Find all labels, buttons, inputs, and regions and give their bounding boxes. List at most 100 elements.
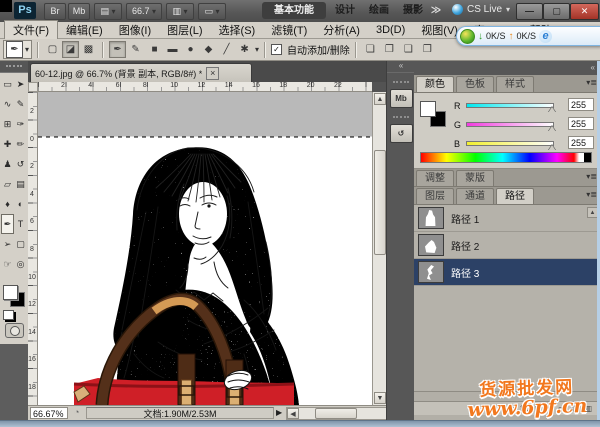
vertical-scroll-thumb[interactable] [374,150,386,255]
quick-mask-button[interactable] [5,323,24,338]
shape-layers[interactable]: ▢ [44,41,61,58]
menu-item[interactable]: 分析(A) [315,21,368,39]
arrange-documents-dropdown[interactable]: ▥ ▾ [166,3,194,20]
link-icon[interactable]: ∞ [509,403,515,415]
gradient-tool[interactable]: ▤ [14,174,27,194]
blur-tool[interactable]: ♦ [1,194,14,214]
adjust-tab-1[interactable]: 调整 [416,170,454,186]
move-tool[interactable]: ➤ [14,74,27,94]
clone-stamp-tool[interactable]: ♟ [1,154,14,174]
default-colors-icon[interactable] [3,310,14,320]
zoom-tool[interactable]: ◎ [14,254,27,274]
ruler-corner[interactable] [28,82,38,92]
menu-item[interactable]: 滤镜(T) [263,21,315,39]
workspace-tab-2[interactable]: 设计 [330,2,360,19]
restore-button[interactable]: ▢ [543,3,570,20]
add-path-area[interactable]: ❏ [362,41,379,58]
panel-menu-icon[interactable]: ▾≣ [586,190,597,199]
adjustment-icon[interactable]: ◐ [547,403,552,415]
tool-preset-picker[interactable]: ✒ ▾ [3,40,32,59]
channel-slider-track[interactable] [466,103,554,108]
crop-tool[interactable]: ⊞ [1,114,14,134]
dodge-tool[interactable]: ◐ [14,194,27,214]
polygon-tool[interactable]: ◆ [200,41,217,58]
slider-handle[interactable] [548,107,556,113]
color-tab-2[interactable]: 色板 [456,76,494,92]
lasso-tool[interactable]: ∿ [1,94,14,114]
hand-tool[interactable]: ☞ [1,254,14,274]
path-row[interactable]: 路径 1 [414,205,600,232]
menu-item[interactable]: 文件(F) [4,20,58,40]
type-tool[interactable]: T [14,214,27,234]
workspace-tab-3[interactable]: 绘画 [364,2,394,19]
horizontal-scroll-thumb[interactable] [315,408,357,419]
screen-mode-dropdown[interactable]: ▭ ▾ [198,3,226,20]
download-manager-icon[interactable] [460,29,475,44]
history-brush-tool[interactable]: ↺ [14,154,27,174]
zoom-percentage-field[interactable]: 66.67% [30,407,68,419]
chevron-down-icon[interactable]: ▾ [255,45,259,54]
new-item-icon[interactable]: ⊡ [572,403,579,415]
panel-dock-header[interactable]: « [414,61,600,75]
panel-color-swatches[interactable] [420,101,446,127]
foreground-color-swatch[interactable] [420,101,436,117]
document-size-info[interactable]: 文档:1.90M/2.53M [86,407,274,419]
view-extras-dropdown[interactable]: ▤ ▾ [94,3,122,20]
healing-brush-tool[interactable]: ✚ [1,134,14,154]
channel-slider-track[interactable] [466,141,554,146]
minibridge-button[interactable]: Mb [68,3,90,20]
path-selection-tool[interactable]: ➢ [1,234,14,254]
zoom-level-dropdown[interactable]: 66.7 ▾ [126,3,162,20]
collapse-panels-button[interactable]: « [387,61,415,73]
auto-add-delete-checkbox[interactable]: ✓ [271,44,282,55]
quick-selection-tool[interactable]: ✎ [14,94,27,114]
menu-item[interactable]: 3D(D) [368,23,413,37]
color-spectrum-bar[interactable] [420,152,592,163]
vertical-ruler[interactable]: 2024681012141618 [28,92,38,405]
intersect-path-areas[interactable]: ❑ [400,41,417,58]
slider-handle[interactable] [548,145,556,151]
slider-handle[interactable] [548,126,556,132]
custom-shape-tool[interactable]: ✱ [236,41,253,58]
group-icon[interactable]: ▭ [558,403,566,415]
menu-item[interactable]: 编辑(E) [58,21,111,39]
brush-tool[interactable]: ✏ [14,134,27,154]
color-tab-3[interactable]: 样式 [496,76,534,92]
minimize-button[interactable]: — [516,3,543,20]
channel-value-field[interactable]: 255 [568,136,594,149]
mask-icon[interactable]: ◻ [535,403,542,415]
status-flyout-icon[interactable]: ▶ [276,408,282,417]
panel-menu-icon[interactable]: ▾≣ [586,78,597,87]
path-row[interactable]: 路径 3 [414,259,600,286]
scroll-down-icon[interactable]: ▼ [374,392,386,404]
panel-menu-icon[interactable]: ▾≣ [586,172,597,181]
freeform-pen-tool[interactable]: ✎ [127,41,144,58]
eraser-tool[interactable]: ▱ [1,174,14,194]
ellipse-tool[interactable]: ● [182,41,199,58]
cs-live-button[interactable]: CS Live ▾ [452,4,510,15]
pen-tool[interactable]: ✒ [1,214,14,234]
document-tab[interactable]: 60-12.jpg @ 66.7% (背景 副本, RGB/8#) * × [30,63,252,82]
toolbox-header[interactable] [0,61,28,73]
canvas-viewport[interactable] [38,92,372,405]
color-tab-1[interactable]: 颜色 [416,76,454,92]
eyedropper-tool[interactable]: ✑ [14,114,27,134]
channel-slider-track[interactable] [466,122,554,127]
internet-explorer-icon[interactable]: e [539,30,552,43]
shape-tool[interactable]: ▢ [14,234,27,254]
rectangle-tool[interactable]: ■ [146,41,163,58]
mini-bridge-panel-icon[interactable]: Mb [390,89,413,108]
subtract-path-area[interactable]: ❐ [381,41,398,58]
menu-item[interactable]: 图像(I) [111,21,159,39]
workspace-tab-1[interactable]: 基本功能 [262,2,326,19]
channel-value-field[interactable]: 255 [568,98,594,111]
adjust-tab-2[interactable]: 蒙版 [456,170,494,186]
close-button[interactable]: ✕ [570,3,599,20]
effects-icon[interactable]: fx. [520,403,528,415]
path-row[interactable]: 路径 2 [414,232,600,259]
delete-icon[interactable]: ▥ [584,403,592,415]
history-panel-icon[interactable]: ↺ [390,124,413,143]
layers-tab-2[interactable]: 通道 [456,188,494,204]
pen-tool[interactable]: ✒ [109,41,126,58]
foreground-color-swatch[interactable] [3,285,18,300]
